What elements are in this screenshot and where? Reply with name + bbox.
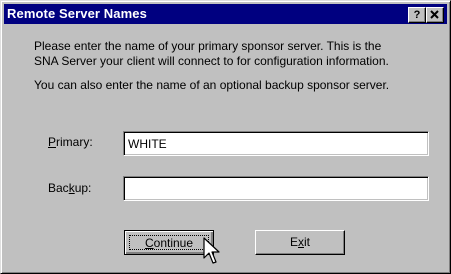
- primary-label-mnemonic: P: [48, 135, 57, 149]
- backup-server-input[interactable]: [123, 176, 429, 201]
- remote-server-names-dialog: Remote Server Names ? Please enter the n…: [0, 0, 451, 274]
- instruction-line-2: SNA Server your client will connect to f…: [34, 54, 389, 68]
- close-icon[interactable]: [426, 7, 444, 23]
- continue-rest: ontinue: [153, 236, 194, 250]
- window-title: Remote Server Names: [7, 6, 147, 21]
- arrow-cursor-icon: [203, 237, 220, 264]
- backup-label-prefix: Bac: [48, 181, 69, 195]
- instruction-line-1: Please enter the name of your primary sp…: [34, 39, 382, 53]
- continue-mnemonic: C: [144, 236, 154, 250]
- help-icon[interactable]: ?: [408, 7, 426, 23]
- primary-server-input[interactable]: [123, 131, 429, 156]
- exit-button[interactable]: Exit: [255, 230, 345, 255]
- primary-label-rest: rimary:: [56, 135, 93, 149]
- backup-label-rest: up:: [74, 181, 92, 195]
- exit-prefix: E: [289, 235, 298, 249]
- exit-rest: it: [304, 235, 310, 249]
- close-glyph: [430, 10, 439, 19]
- continue-button[interactable]: Continue: [124, 230, 214, 255]
- backup-label: Backup:: [48, 181, 91, 195]
- title-bar[interactable]: Remote Server Names ?: [4, 4, 447, 24]
- continue-focus-rect: Continue: [129, 235, 209, 250]
- primary-label: Primary:: [48, 135, 93, 149]
- instruction-line-3: You can also enter the name of an option…: [34, 78, 390, 92]
